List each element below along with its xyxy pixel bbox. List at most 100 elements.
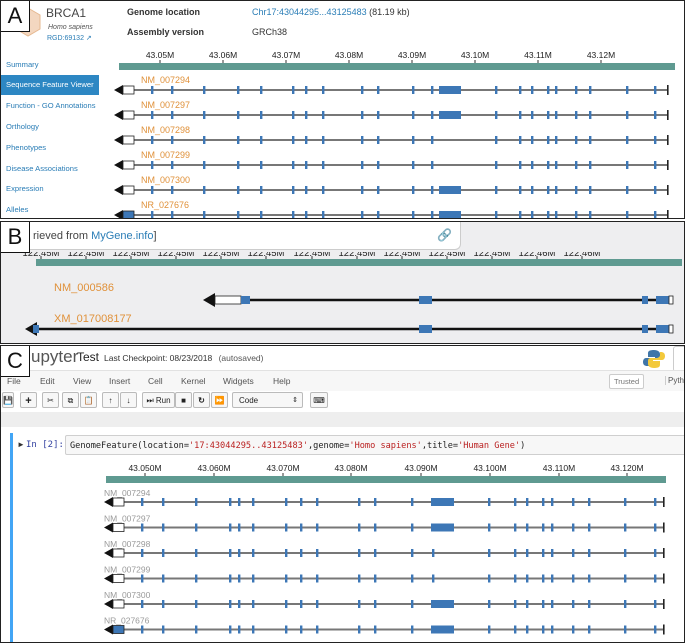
sidebar-item-phenotypes[interactable]: Phenotypes	[1, 138, 99, 158]
exon	[195, 574, 198, 583]
restart-button[interactable]: ↻	[193, 392, 210, 408]
exon	[642, 296, 648, 304]
exon	[316, 574, 319, 583]
save-button[interactable]: 💾	[2, 392, 14, 408]
exon	[162, 574, 165, 583]
axis-tick-label: 122.45M	[294, 252, 331, 259]
sidebar-item-summary[interactable]: Summary	[1, 55, 99, 75]
exon	[547, 136, 550, 144]
exon	[305, 136, 308, 144]
toolbar: 💾 + ✂ ⧉ 📋 ↑ ↓ ⏭ Run ■ ↻ ⏩ Code ⇕ ⌨	[1, 392, 684, 410]
retrieved-prefix: rieved from	[33, 230, 92, 242]
exon	[292, 211, 295, 218]
stop-button[interactable]: ■	[175, 392, 192, 408]
sidebar-item-orthology[interactable]: Orthology	[1, 117, 99, 137]
exon	[514, 523, 517, 532]
genome-location-link[interactable]: Chr17:43044295...43125483	[252, 7, 367, 17]
exon	[285, 498, 288, 506]
run-button[interactable]: ⏭ Run	[142, 392, 175, 408]
exon	[374, 625, 377, 634]
exon	[305, 211, 308, 218]
restart-run-all-button[interactable]: ⏩	[211, 392, 228, 408]
exon	[171, 186, 174, 194]
exon	[589, 161, 592, 169]
axis-tick-label: 122.45M	[158, 252, 195, 259]
exon	[412, 111, 415, 119]
menu-view[interactable]: View	[73, 376, 91, 386]
menu-help[interactable]: Help	[273, 376, 290, 386]
paste-button[interactable]: 📋	[80, 392, 97, 408]
sidebar-item-expression[interactable]: Expression	[1, 179, 99, 199]
exon	[151, 136, 154, 144]
sidebar-item-alleles[interactable]: Alleles	[1, 200, 99, 218]
exon	[203, 136, 206, 144]
exon	[531, 136, 534, 144]
exon	[531, 111, 534, 119]
exon	[411, 574, 414, 583]
feature-viewer-c[interactable]: 43.050M 43.060M 43.070M 43.080M 43.090M 43.10…	[96, 458, 684, 643]
feature-viewer-b[interactable]: 122.45M 122.45M 122.45M 122.45M 122.45M 122.4…	[1, 252, 684, 342]
menu-cell[interactable]: Cell	[148, 376, 163, 386]
exon	[305, 86, 308, 94]
axis-tick-label: 43.07M	[272, 50, 300, 60]
sidebar-item-disease-associations[interactable]: Disease Associations	[1, 159, 99, 179]
exon	[411, 549, 414, 557]
transcript-end	[667, 110, 669, 120]
gene-rgd-link[interactable]: RGD:69132 ↗	[47, 34, 92, 42]
menu-widgets[interactable]: Widgets	[223, 376, 254, 386]
exon	[542, 625, 545, 634]
exon	[626, 86, 629, 94]
exon	[431, 111, 434, 119]
exon	[531, 86, 534, 94]
insert-cell-button[interactable]: +	[20, 392, 37, 408]
move-up-button[interactable]: ↑	[102, 392, 119, 408]
menu-edit[interactable]: Edit	[40, 376, 55, 386]
exon	[237, 86, 240, 94]
utr-box	[112, 523, 125, 532]
mygene-link[interactable]: MyGene.info	[91, 230, 153, 242]
sidebar-item-sequence-feature-viewer[interactable]: Sequence Feature Viewer	[1, 75, 99, 95]
exon	[377, 161, 380, 169]
exon	[526, 549, 529, 557]
strand-arrow-icon	[114, 210, 123, 218]
exon	[419, 325, 432, 333]
move-down-button[interactable]: ↓	[120, 392, 137, 408]
cell-type-select[interactable]: Code ⇕	[232, 392, 303, 408]
exon	[374, 574, 377, 583]
exon	[285, 523, 288, 532]
exon	[322, 86, 325, 94]
copy-button[interactable]: ⧉	[62, 392, 79, 408]
exon	[514, 574, 517, 583]
axis-tick-label: 122.45M	[68, 252, 105, 259]
link-icon[interactable]: 🔗	[437, 228, 452, 242]
exon	[162, 625, 165, 634]
sidebar-item-function-go-annotations[interactable]: Function - GO Annotations	[1, 96, 99, 116]
exon	[252, 625, 255, 634]
exon	[542, 549, 545, 557]
menu-file[interactable]: File	[7, 376, 21, 386]
transcript-end	[663, 548, 665, 558]
code-input[interactable]: GenomeFeature(location='17:43044295..431…	[65, 435, 684, 455]
notebook-title[interactable]: Test	[77, 350, 99, 364]
feature-viewer-a[interactable]: 43.05M 43.06M 43.07M 43.08M 43.09M 43.10M 43.1…	[109, 45, 684, 219]
exon	[432, 574, 435, 583]
exon	[171, 86, 174, 94]
exon	[300, 600, 303, 608]
cut-button[interactable]: ✂	[42, 392, 59, 408]
exon	[654, 498, 657, 506]
exon	[377, 211, 380, 218]
exon	[300, 523, 303, 532]
keyboard-button[interactable]: ⌨	[310, 392, 328, 408]
strand-arrow-icon	[114, 110, 123, 120]
jupyter-app-name: upyter	[31, 347, 79, 366]
exon	[151, 111, 154, 119]
menu-insert[interactable]: Insert	[109, 376, 130, 386]
menu-kernel[interactable]: Kernel	[181, 376, 206, 386]
exon	[374, 600, 377, 608]
exon	[572, 498, 575, 506]
cell-collapse-icon[interactable]: ►	[17, 440, 25, 449]
transcript-end	[667, 210, 669, 218]
trusted-badge[interactable]: Trusted	[609, 374, 645, 389]
exon	[588, 523, 591, 532]
exon	[300, 625, 303, 634]
